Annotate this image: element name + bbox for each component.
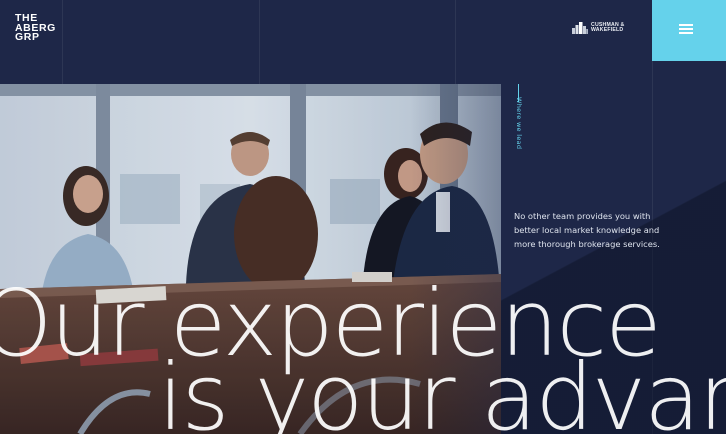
intro-text: No other team provides you with better l… [514, 211, 660, 249]
section-label-text: Where we lead [515, 97, 523, 150]
section-label: Where we lead [512, 84, 526, 164]
partner-name: CUSHMAN & WAKEFIELD [591, 22, 637, 34]
logo-line-3: GRP [15, 31, 40, 43]
buildings-icon [572, 22, 588, 34]
page: THE ABERG GRP CUSHMAN & WAKEFIELD Where … [0, 0, 726, 434]
meeting-photo-image [0, 84, 501, 434]
partner-logo[interactable]: CUSHMAN & WAKEFIELD [572, 22, 634, 34]
hero-photo [0, 84, 501, 434]
partner-line-2: WAKEFIELD [591, 27, 624, 34]
hamburger-menu-icon [679, 23, 693, 35]
site-logo[interactable]: THE ABERG GRP [15, 13, 61, 43]
menu-button[interactable] [652, 0, 726, 61]
diagonal-shape [500, 84, 726, 434]
